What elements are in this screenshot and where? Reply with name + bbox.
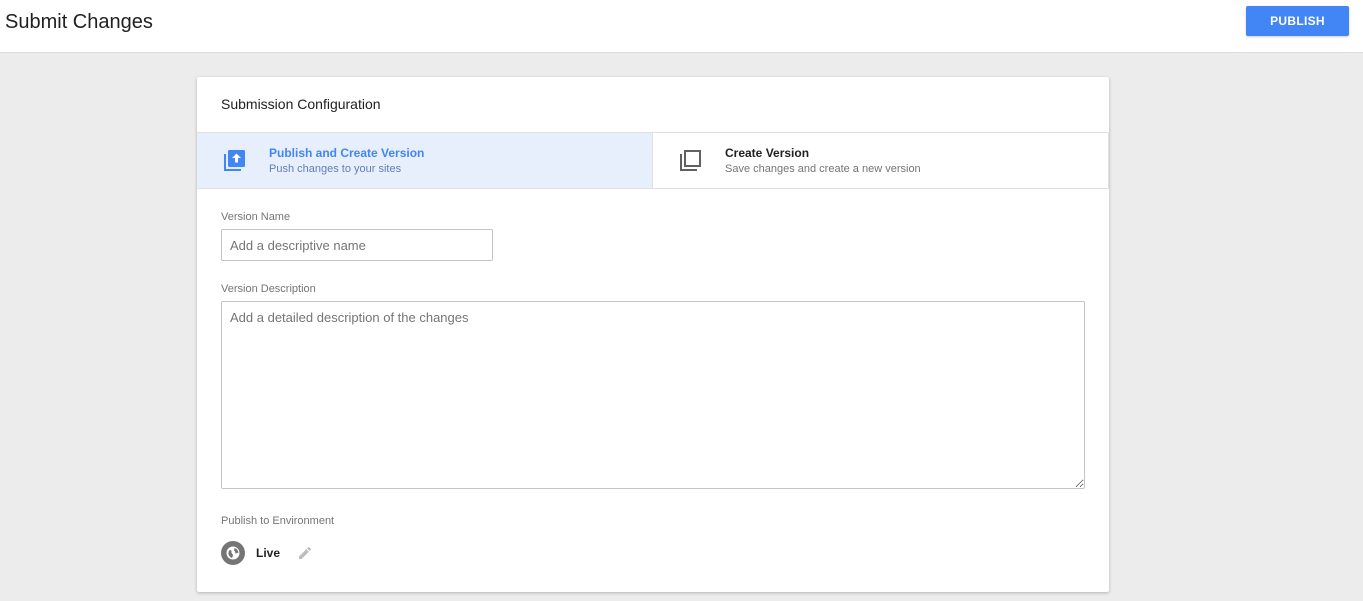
version-name-input[interactable] [221,229,493,261]
top-bar: Submit Changes PUBLISH [0,0,1363,53]
version-description-input[interactable] [221,301,1085,489]
publish-environment-label: Publish to Environment [221,515,335,527]
pencil-icon[interactable] [297,545,313,561]
version-name-label: Version Name [221,211,291,223]
publish-button[interactable]: PUBLISH [1246,6,1349,36]
publish-icon [224,150,245,171]
version-description-label: Version Description [221,283,316,295]
card-title: Submission Configuration [221,96,381,112]
option-subtitle: Save changes and create a new version [725,163,921,175]
submission-configuration-card: Submission Configuration Publish and Cre… [197,77,1109,592]
globe-icon [221,541,245,565]
environment-name: Live [256,546,281,560]
option-title: Publish and Create Version [269,146,425,160]
page-title: Submit Changes [5,11,153,33]
option-title: Create Version [725,146,810,160]
option-subtitle: Push changes to your sites [269,163,402,175]
copy-version-icon [680,150,701,171]
option-publish-and-create-version[interactable]: Publish and Create Version Push changes … [197,132,653,189]
option-create-version[interactable]: Create Version Save changes and create a… [653,132,1109,189]
environment-row: Live [221,541,421,565]
